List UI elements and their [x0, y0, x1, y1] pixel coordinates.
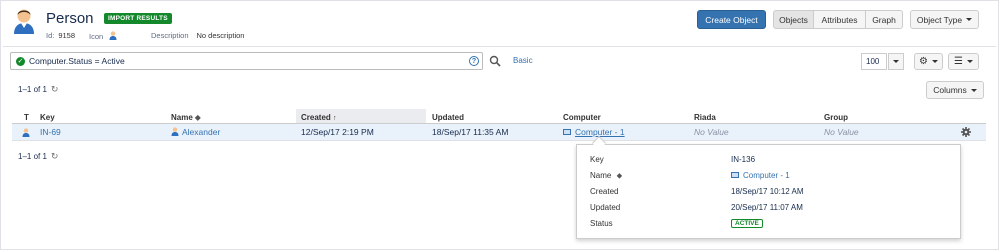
- computer-icon: [731, 172, 739, 178]
- popup-updated-value: 20/Sep/17 11:07 AM: [731, 203, 803, 212]
- page-size-input[interactable]: 100: [861, 53, 887, 70]
- popup-created-value: 18/Sep/17 10:12 AM: [731, 187, 804, 196]
- person-small-icon: [109, 31, 117, 40]
- object-type-icon-field: Icon: [89, 31, 117, 41]
- column-header-name[interactable]: Name ⬥: [171, 113, 201, 123]
- object-type-title: Person: [46, 10, 94, 27]
- popup-created-label: Created: [590, 187, 619, 196]
- computer-icon: [563, 129, 571, 135]
- popup-key-label: Key: [590, 155, 604, 164]
- person-avatar-icon: [14, 9, 34, 34]
- chevron-down-icon: [970, 88, 977, 92]
- results-count-text: 1–1 of 1: [18, 152, 47, 161]
- column-header-updated[interactable]: Updated: [432, 113, 464, 122]
- column-header-created-label: Created: [301, 113, 331, 122]
- view-menu-button[interactable]: ☰: [948, 53, 979, 70]
- id-label: Id:: [46, 31, 55, 40]
- row-group-cell: No Value: [824, 127, 859, 137]
- column-header-group[interactable]: Group: [824, 113, 848, 122]
- basic-search-link[interactable]: Basic: [513, 56, 533, 65]
- tab-objects[interactable]: Objects: [773, 10, 814, 29]
- results-count-text: 1–1 of 1: [18, 85, 47, 94]
- id-value: 9158: [58, 31, 76, 40]
- table-row-divider: [12, 140, 986, 141]
- icon-label: Icon: [89, 32, 104, 41]
- search-query-text: Computer.Status = Active: [29, 56, 125, 66]
- chevron-down-icon: [931, 60, 938, 63]
- object-type-dropdown[interactable]: Object Type: [910, 10, 979, 29]
- row-updated-cell: 18/Sep/17 11:35 AM: [432, 127, 509, 137]
- create-object-button[interactable]: Create Object: [697, 10, 766, 29]
- sort-ascending-icon: ↑: [333, 115, 337, 122]
- row-key-link[interactable]: IN-69: [40, 127, 61, 137]
- object-type-dropdown-label: Object Type: [916, 14, 963, 25]
- refresh-icon[interactable]: ↻: [51, 151, 59, 162]
- row-actions-gear-icon[interactable]: [961, 127, 971, 137]
- chevron-down-icon: [966, 60, 973, 63]
- settings-dropdown-button[interactable]: ⚙: [914, 53, 943, 70]
- popup-name-label-row: Name ⬥: [590, 171, 622, 181]
- popup-status-label: Status: [590, 219, 613, 228]
- row-created-cell: 12/Sep/17 2:19 PM: [301, 127, 374, 137]
- valid-query-check-icon: ✓: [16, 56, 25, 66]
- help-icon[interactable]: ?: [469, 56, 479, 66]
- tab-graph[interactable]: Graph: [865, 10, 903, 29]
- search-icon[interactable]: [489, 55, 501, 67]
- column-header-created[interactable]: Created ↑: [301, 113, 337, 122]
- columns-button-label: Columns: [933, 85, 967, 95]
- import-results-badge: IMPORT RESULTS: [104, 13, 172, 24]
- iql-search-input[interactable]: ✓ Computer.Status = Active ?: [10, 52, 483, 70]
- column-header-type[interactable]: T: [24, 113, 29, 122]
- header-divider: [3, 46, 996, 47]
- popup-name-label: Name: [590, 171, 612, 180]
- column-header-riada[interactable]: Riada: [694, 113, 716, 122]
- person-type-icon: [22, 128, 30, 137]
- gear-icon: ⚙: [919, 56, 928, 67]
- results-count-bottom: 1–1 of 1 ↻: [18, 151, 58, 162]
- refresh-icon[interactable]: ↻: [51, 84, 59, 95]
- tag-icon: ⬥: [195, 113, 201, 122]
- row-computer-link[interactable]: Computer - 1: [575, 127, 625, 137]
- results-count-top: 1–1 of 1 ↻: [18, 84, 58, 95]
- row-computer-cell: Computer - 1: [563, 127, 625, 137]
- columns-button[interactable]: Columns: [926, 81, 984, 99]
- description-label: Description: [151, 31, 189, 40]
- popup-name-value: Computer - 1: [731, 171, 790, 180]
- description-value: No description: [196, 31, 245, 40]
- list-menu-icon: ☰: [954, 56, 963, 67]
- popup-name-link[interactable]: Computer - 1: [743, 171, 790, 180]
- tag-icon: ⬥: [616, 171, 623, 180]
- status-badge: ACTIVE: [731, 219, 763, 228]
- row-riada-cell: No Value: [694, 127, 729, 137]
- column-header-computer[interactable]: Computer: [563, 113, 601, 122]
- row-name-link[interactable]: Alexander: [182, 127, 220, 137]
- chevron-down-icon: [966, 18, 973, 21]
- chevron-down-icon: [893, 60, 899, 63]
- person-small-icon: [171, 127, 179, 136]
- column-header-key[interactable]: Key: [40, 113, 55, 122]
- popup-status-value: ACTIVE: [731, 218, 763, 228]
- page-size-dropdown[interactable]: [888, 53, 904, 70]
- popup-updated-label: Updated: [590, 203, 621, 212]
- object-type-description: Description No description: [151, 31, 244, 40]
- object-type-id: Id: 9158: [46, 31, 75, 40]
- popup-key-link[interactable]: IN-136: [731, 155, 755, 164]
- tab-attributes[interactable]: Attributes: [813, 10, 866, 29]
- row-name-cell: Alexander: [171, 127, 220, 137]
- column-header-name-label: Name: [171, 113, 193, 122]
